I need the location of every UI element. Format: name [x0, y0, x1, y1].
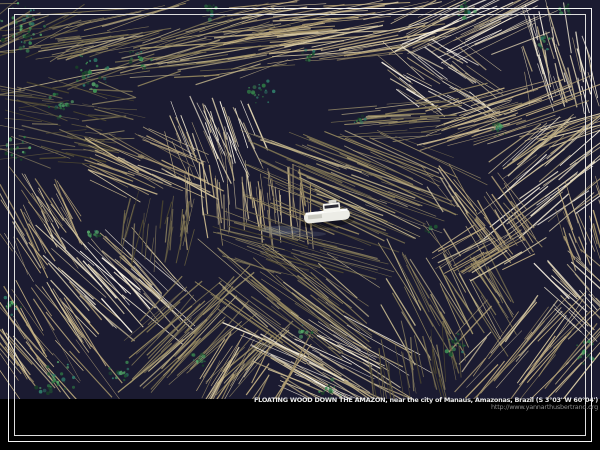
caption-url: http://www.yannarthusbertrand.org: [254, 404, 598, 411]
photo-render: [0, 0, 600, 399]
wallpaper-canvas: FLOATING WOOD DOWN THE AMAZON, near the …: [0, 0, 600, 450]
aerial-photo-amazon-floating-wood: [0, 0, 600, 399]
photo-caption: FLOATING WOOD DOWN THE AMAZON, near the …: [254, 397, 598, 411]
